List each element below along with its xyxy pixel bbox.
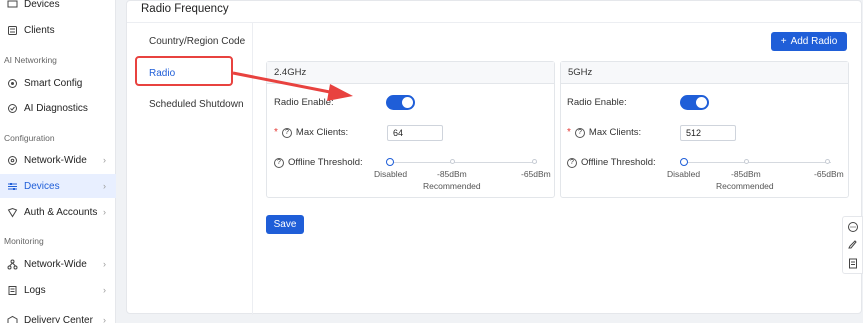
feedback-icon[interactable]	[847, 239, 859, 251]
max-clients-text: Max Clients:	[295, 127, 349, 138]
section-ai-networking: AI Networking	[4, 55, 57, 65]
plus-icon: +	[780, 36, 787, 47]
help-icon[interactable]: ?	[567, 157, 577, 168]
network-icon	[6, 258, 18, 270]
required-marker: *	[567, 127, 571, 138]
chevron-right-icon: ›	[103, 259, 106, 269]
max-clients-label: * ? Max Clients:	[567, 127, 641, 138]
logs-icon	[6, 284, 18, 296]
slider-step-dot	[450, 159, 455, 164]
offline-threshold-text: Offline Threshold:	[581, 157, 656, 168]
sidebar-item-devices[interactable]: Devices ›	[0, 174, 116, 198]
sidebar-item-label: Devices	[24, 180, 60, 192]
slider-step-dot	[532, 159, 537, 164]
devices-icon	[6, 0, 18, 10]
sidebar-item-label: Smart Config	[24, 77, 83, 89]
section-monitoring: Monitoring	[4, 236, 44, 246]
sidebar-item-network-wide-monitor[interactable]: Network-Wide ›	[0, 252, 116, 276]
radio-enable-label: Radio Enable:	[274, 97, 334, 108]
sidebar-item-label: Logs	[24, 284, 46, 296]
chevron-right-icon: ›	[103, 207, 106, 217]
radio-enable-toggle[interactable]	[386, 95, 415, 110]
panel-band-title: 2.4GHz	[267, 62, 554, 84]
sidebar-item-delivery-center[interactable]: Delivery Center ›	[0, 308, 116, 323]
offline-threshold-slider[interactable]	[391, 162, 537, 163]
chevron-right-icon: ›	[103, 315, 106, 323]
chat-icon[interactable]	[847, 221, 859, 233]
sidebar-item-label: Network-Wide	[24, 258, 87, 270]
slider-label-65: -65dBm	[521, 169, 551, 179]
sidebar-item-label: Auth & Accounts	[24, 206, 98, 218]
network-icon	[6, 154, 18, 166]
radio-enable-toggle[interactable]	[680, 95, 709, 110]
save-button[interactable]: Save	[266, 215, 304, 234]
offline-threshold-text: Offline Threshold:	[288, 157, 363, 168]
offline-threshold-label: ? Offline Threshold:	[567, 157, 656, 168]
slider-step-dot	[744, 159, 749, 164]
sidebar-item-label: Devices	[24, 0, 60, 10]
radio-enable-text: Radio Enable:	[274, 97, 334, 108]
slider-label-recommended: Recommended	[423, 181, 481, 191]
max-clients-input[interactable]: 64	[387, 125, 443, 141]
max-clients-input[interactable]: 512	[680, 125, 736, 141]
help-icon[interactable]: ?	[574, 127, 585, 138]
required-marker: *	[274, 127, 278, 138]
slider-label-disabled: Disabled	[667, 169, 701, 179]
diagnostics-icon	[6, 102, 18, 114]
help-icon[interactable]: ?	[281, 127, 292, 138]
sidebar-item-clients[interactable]: Clients	[0, 18, 116, 42]
sidebar-item-auth-accounts[interactable]: Auth & Accounts ›	[0, 200, 116, 224]
slider-handle[interactable]	[680, 158, 688, 166]
offline-threshold-slider[interactable]	[685, 162, 831, 163]
clipboard-icon[interactable]	[847, 257, 859, 269]
slider-label-recommended: Recommended	[716, 181, 774, 191]
sidebar-item-label: Delivery Center	[24, 314, 93, 323]
sidebar-item-label: Clients	[24, 24, 55, 36]
sidebar-item-network-wide-config[interactable]: Network-Wide ›	[0, 148, 116, 172]
sidebar-item-logs[interactable]: Logs ›	[0, 278, 116, 302]
sidebar-item-label: AI Diagnostics	[24, 102, 88, 114]
sidebar-item-ai-diagnostics[interactable]: AI Diagnostics	[0, 96, 116, 120]
add-radio-label: Add Radio	[790, 36, 838, 47]
devices-icon	[6, 180, 18, 192]
max-clients-text: Max Clients:	[588, 127, 642, 138]
delivery-icon	[6, 314, 18, 323]
offline-threshold-label: ? Offline Threshold:	[274, 157, 363, 168]
clients-icon	[6, 24, 18, 36]
slider-step-dot	[825, 159, 830, 164]
chevron-right-icon: ›	[103, 181, 106, 191]
floating-toolbar	[842, 216, 863, 274]
sidebar-item-smart-config[interactable]: Smart Config	[0, 71, 116, 95]
panel-band-title: 5GHz	[561, 62, 848, 84]
slider-label-65: -65dBm	[814, 169, 844, 179]
help-icon[interactable]: ?	[274, 157, 284, 168]
section-configuration: Configuration	[4, 133, 55, 143]
smart-config-icon	[6, 77, 18, 89]
max-clients-label: * ? Max Clients:	[274, 127, 348, 138]
sidebar-item-label: Network-Wide	[24, 154, 87, 166]
add-radio-button[interactable]: + Add Radio	[771, 32, 847, 51]
chevron-right-icon: ›	[103, 285, 106, 295]
annotation-highlight-box	[135, 56, 233, 86]
slider-label-disabled: Disabled	[374, 169, 408, 179]
sidebar-item-devices-top[interactable]: Devices	[0, 0, 116, 16]
tab-scheduled-shutdown[interactable]: Scheduled Shutdown	[149, 99, 244, 110]
auth-icon	[6, 206, 18, 218]
radio-enable-text: Radio Enable:	[567, 97, 627, 108]
slider-handle[interactable]	[386, 158, 394, 166]
tab-country-region-code[interactable]: Country/Region Code	[149, 36, 245, 47]
slider-label-85: -85dBm	[731, 169, 761, 179]
chevron-right-icon: ›	[103, 155, 106, 165]
sidebar: Devices Clients AI Networking Smart Conf…	[0, 0, 116, 323]
slider-label-85: -85dBm	[437, 169, 467, 179]
radio-enable-label: Radio Enable:	[567, 97, 627, 108]
page-title: Radio Frequency	[141, 3, 229, 15]
